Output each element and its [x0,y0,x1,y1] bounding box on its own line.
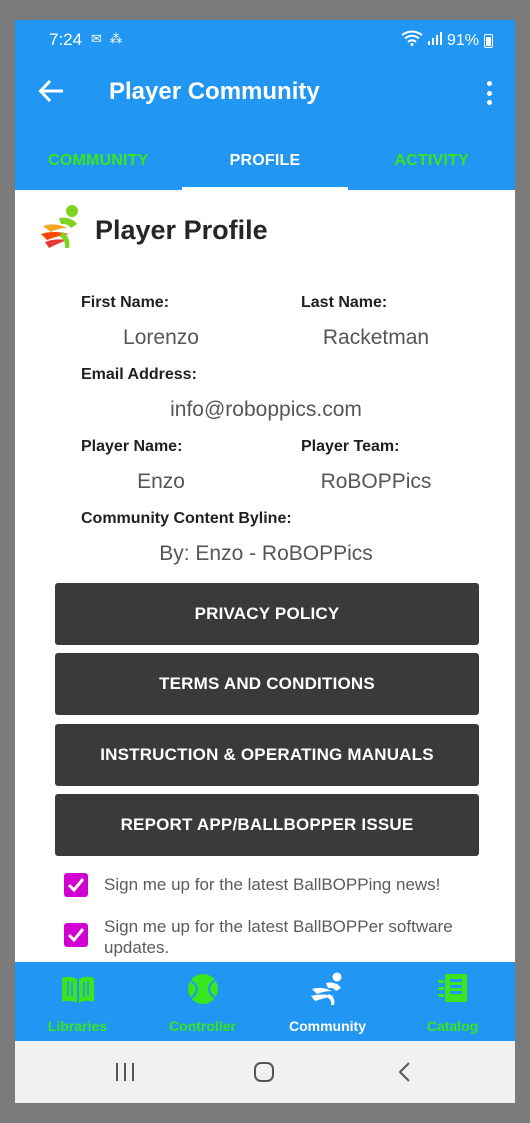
nav-catalog[interactable]: Catalog [390,962,515,1041]
tennis-ball-icon [185,972,221,1006]
profile-content: Player Profile First Name: Last Name: Lo… [15,190,515,962]
first-name-value[interactable]: Lorenzo [81,326,241,350]
software-checkbox-label[interactable]: Sign me up for the latest BallBOPPer sof… [104,916,494,958]
app-bar: Player Community [15,56,515,128]
checkmark-icon [67,928,85,942]
player-team-label: Player Team: [301,438,400,455]
email-label: Email Address: [81,366,197,383]
report-issue-button[interactable]: REPORT APP/BALLBOPPER ISSUE [55,794,479,856]
software-checkbox[interactable] [64,923,88,947]
ballbopper-logo-icon [41,204,83,257]
profile-heading: Player Profile [95,214,268,245]
privacy-policy-button[interactable]: PRIVACY POLICY [55,583,479,645]
news-checkbox[interactable] [64,873,88,897]
player-icon [310,972,346,1006]
signal-icon [427,31,442,50]
player-name-label: Player Name: [81,438,183,455]
system-navigation-bar [15,1041,515,1103]
more-vert-icon[interactable] [481,78,497,108]
manuals-button[interactable]: INSTRUCTION & OPERATING MANUALS [55,724,479,786]
tab-activity[interactable]: ACTIVITY [348,128,515,190]
player-name-value[interactable]: Enzo [81,470,241,494]
notification-icons: ✉ ⁂ [91,31,125,46]
battery-icon [484,33,493,48]
player-team-value[interactable]: RoBOPPics [295,470,457,494]
home-icon[interactable] [253,1061,275,1088]
nav-community[interactable]: Community [265,962,390,1041]
first-name-label: First Name: [81,294,170,311]
email-value[interactable]: info@roboppics.com [81,398,451,422]
profile-header: Player Profile [41,204,268,257]
back-arrow-icon[interactable] [37,74,67,108]
byline-label: Community Content Byline: [81,510,292,527]
page-title: Player Community [109,78,320,105]
nav-controller[interactable]: Controller [140,962,265,1041]
last-name-value[interactable]: Racketman [295,326,457,350]
status-bar: 7:24 ✉ ⁂ 91% [15,20,515,56]
nav-libraries[interactable]: Libraries [15,962,140,1041]
status-right: 91% [401,30,493,51]
checkmark-icon [67,878,85,892]
tab-community[interactable]: COMMUNITY [15,128,182,190]
byline-value[interactable]: By: Enzo - RoBOPPics [81,542,451,566]
nav-controller-label: Controller [169,1018,236,1034]
wifi-icon [401,30,423,51]
last-name-label: Last Name: [301,294,388,311]
tab-bar: COMMUNITY PROFILE ACTIVITY [15,128,515,190]
phone-screen: 7:24 ✉ ⁂ 91% Player Community COMMUNITY … [15,20,515,1103]
nav-catalog-label: Catalog [426,1018,479,1034]
battery-percent: 91% [446,31,479,49]
system-back-icon[interactable] [395,1061,417,1088]
nav-community-label: Community [289,1018,366,1034]
recent-apps-icon[interactable] [114,1061,136,1088]
tab-profile[interactable]: PROFILE [181,128,349,190]
book-icon [60,972,96,1006]
status-time: 7:24 [49,30,83,49]
catalog-icon [435,972,471,1006]
nav-libraries-label: Libraries [47,1018,108,1034]
terms-button[interactable]: TERMS AND CONDITIONS [55,653,479,715]
bottom-navigation: Libraries Controller Community Catalog [15,962,515,1041]
news-checkbox-label[interactable]: Sign me up for the latest BallBOPPing ne… [104,874,494,895]
